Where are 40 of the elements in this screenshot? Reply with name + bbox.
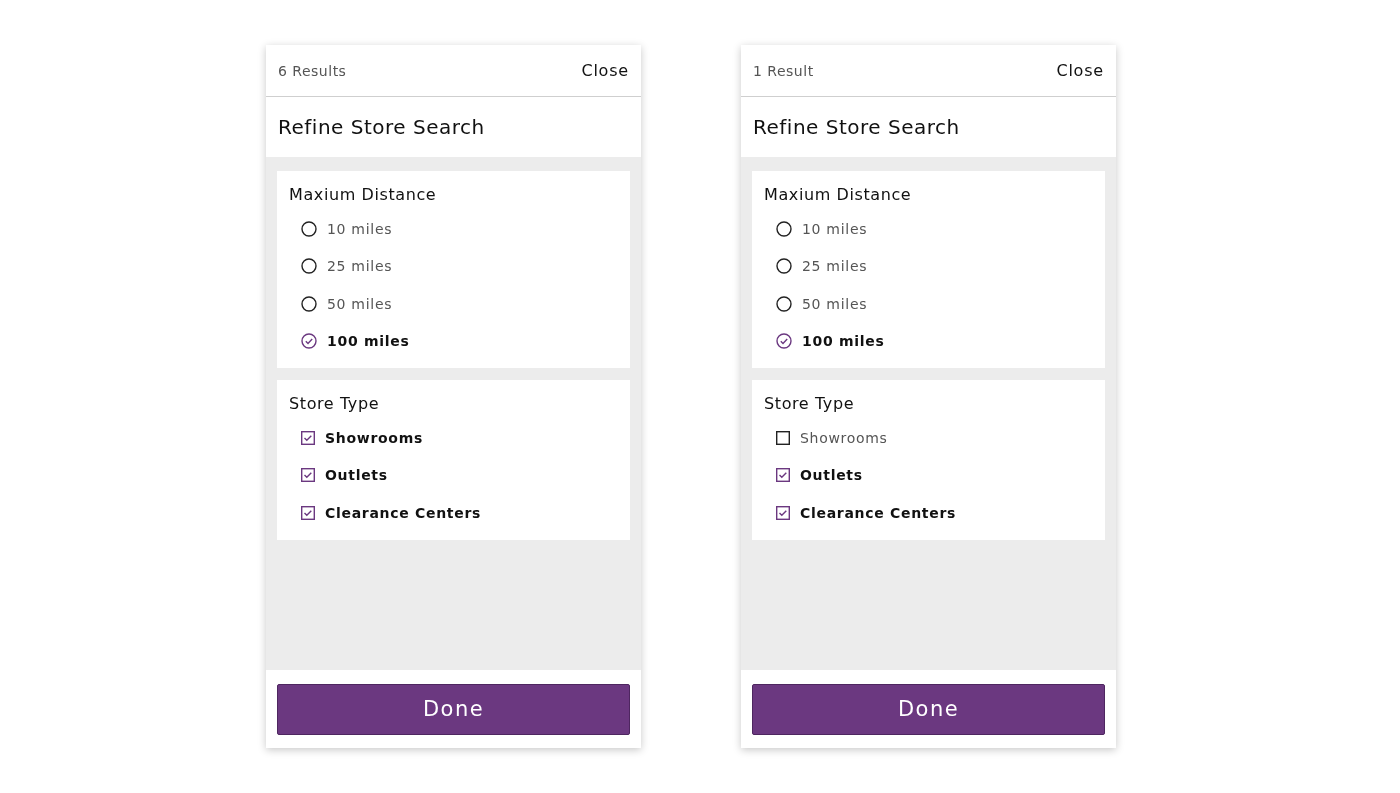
section-title: Maxium Distance bbox=[764, 185, 913, 204]
radio-option[interactable]: 50 miles bbox=[764, 285, 1093, 323]
radio-option[interactable]: 50 miles bbox=[289, 285, 618, 323]
radio-option[interactable]: 25 miles bbox=[764, 247, 1093, 285]
option-label: 50 miles bbox=[327, 295, 393, 312]
option-label: Clearance Centers bbox=[800, 504, 957, 521]
radio-option[interactable]: 10 miles bbox=[764, 210, 1093, 248]
checkbox-option[interactable]: Outlets bbox=[289, 456, 618, 494]
close-button[interactable]: Close bbox=[581, 61, 629, 80]
radio-option[interactable]: 25 miles bbox=[289, 247, 618, 285]
panel-title: Refine Store Search bbox=[278, 115, 485, 139]
results-count: 6 Results bbox=[278, 62, 347, 79]
checkbox-option[interactable]: Showrooms bbox=[764, 419, 1093, 457]
checkbox-option[interactable]: Clearance Centers bbox=[764, 494, 1093, 532]
option-label: Outlets bbox=[800, 467, 863, 484]
section-title: Store Type bbox=[289, 394, 381, 413]
panel-title: Refine Store Search bbox=[753, 115, 960, 139]
option-label: Showrooms bbox=[800, 429, 888, 446]
option-label: Showrooms bbox=[325, 429, 423, 446]
option-label: 100 miles bbox=[802, 333, 885, 350]
option-label: Clearance Centers bbox=[325, 504, 482, 521]
option-label: 10 miles bbox=[327, 220, 393, 237]
radio-option[interactable]: 10 miles bbox=[289, 210, 618, 248]
section-title: Store Type bbox=[764, 394, 856, 413]
radio-option[interactable]: 100 miles bbox=[289, 322, 618, 360]
option-label: 100 miles bbox=[327, 333, 410, 350]
results-count: 1 Result bbox=[753, 62, 814, 79]
radio-option[interactable]: 100 miles bbox=[764, 322, 1093, 360]
checkbox-option[interactable]: Outlets bbox=[764, 456, 1093, 494]
option-label: 50 miles bbox=[802, 295, 868, 312]
done-button[interactable]: Done bbox=[752, 683, 1105, 735]
option-label: 25 miles bbox=[327, 258, 393, 275]
option-label: Outlets bbox=[325, 467, 388, 484]
section-title: Maxium Distance bbox=[289, 185, 438, 204]
checkbox-option[interactable]: Clearance Centers bbox=[289, 494, 618, 532]
done-button[interactable]: Done bbox=[277, 683, 630, 735]
option-label: 25 miles bbox=[802, 258, 868, 275]
close-button[interactable]: Close bbox=[1056, 61, 1104, 80]
checkbox-option[interactable]: Showrooms bbox=[289, 419, 618, 457]
option-label: 10 miles bbox=[802, 220, 868, 237]
